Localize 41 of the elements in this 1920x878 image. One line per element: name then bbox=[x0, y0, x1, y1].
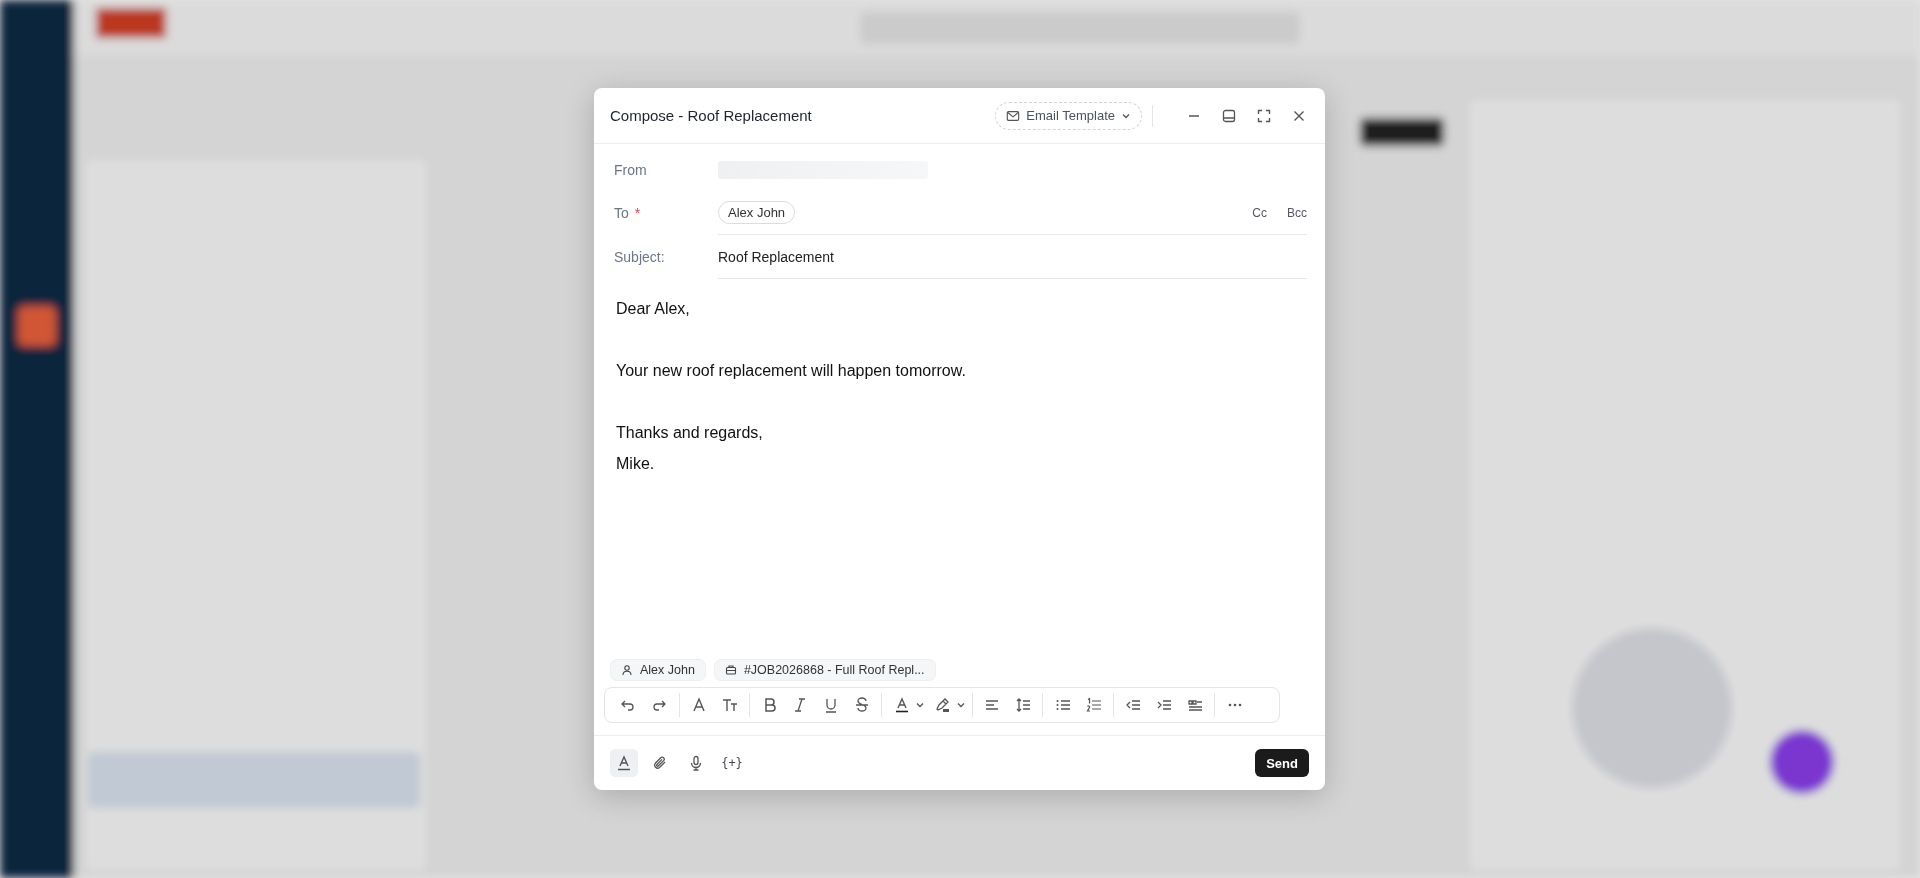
align-left-icon[interactable] bbox=[984, 697, 1001, 713]
briefcase-icon bbox=[724, 664, 737, 676]
dock-icon[interactable] bbox=[1221, 107, 1237, 124]
microphone-icon bbox=[688, 755, 704, 771]
maximize-icon[interactable] bbox=[1256, 107, 1272, 124]
numbered-list-icon[interactable] bbox=[1085, 697, 1102, 713]
linked-chip[interactable]: Alex John bbox=[610, 659, 706, 681]
person-icon bbox=[621, 664, 633, 676]
line-height-icon[interactable] bbox=[1015, 697, 1031, 713]
body-text: Dear Alex, bbox=[616, 299, 691, 319]
bulleted-list-icon[interactable] bbox=[1054, 697, 1071, 713]
indent-icon[interactable] bbox=[1156, 697, 1173, 713]
to-label: To bbox=[614, 205, 629, 221]
body-text: Your new roof replacement will happen tomorrow. bbox=[616, 361, 967, 381]
insert-variable-button[interactable]: {+} bbox=[718, 749, 746, 777]
text-format-icon bbox=[616, 755, 632, 771]
highlighter-icon[interactable] bbox=[934, 697, 951, 713]
envelope-icon bbox=[1006, 108, 1021, 123]
email-template-button[interactable]: Email Template bbox=[995, 101, 1142, 130]
caret-icon[interactable] bbox=[955, 700, 966, 710]
bcc-link[interactable]: Bcc bbox=[1287, 205, 1307, 220]
text-color-icon[interactable] bbox=[893, 697, 910, 713]
body-text: Thanks and regards, bbox=[616, 423, 764, 443]
outdent-icon[interactable] bbox=[1125, 697, 1142, 713]
strikethrough-icon[interactable] bbox=[853, 697, 870, 713]
paperclip-icon bbox=[652, 755, 668, 771]
caret-icon[interactable] bbox=[915, 700, 926, 710]
cc-link[interactable]: Cc bbox=[1252, 205, 1267, 220]
text-format-button[interactable] bbox=[610, 749, 638, 777]
subject-label: Subject: bbox=[614, 249, 666, 265]
text-size-icon[interactable] bbox=[721, 697, 738, 713]
message-body[interactable]: Dear Alex, Your new roof replacement will happen tomorrow. Thanks and regards, Mike. bbox=[594, 279, 1325, 659]
required-mark: * bbox=[634, 205, 641, 221]
body-text: Mike. bbox=[616, 454, 656, 474]
subject-field[interactable]: Roof Replacement bbox=[718, 248, 834, 265]
dialog-title: Compose - Roof Replacement bbox=[610, 107, 813, 124]
send-button[interactable]: Send bbox=[1255, 749, 1309, 777]
blockquote-icon[interactable] bbox=[1186, 697, 1203, 713]
linked-chip[interactable]: #JOB2026868 - Full Roof Repl... bbox=[713, 659, 936, 681]
from-label: From bbox=[614, 161, 648, 178]
font-icon[interactable] bbox=[690, 697, 707, 713]
